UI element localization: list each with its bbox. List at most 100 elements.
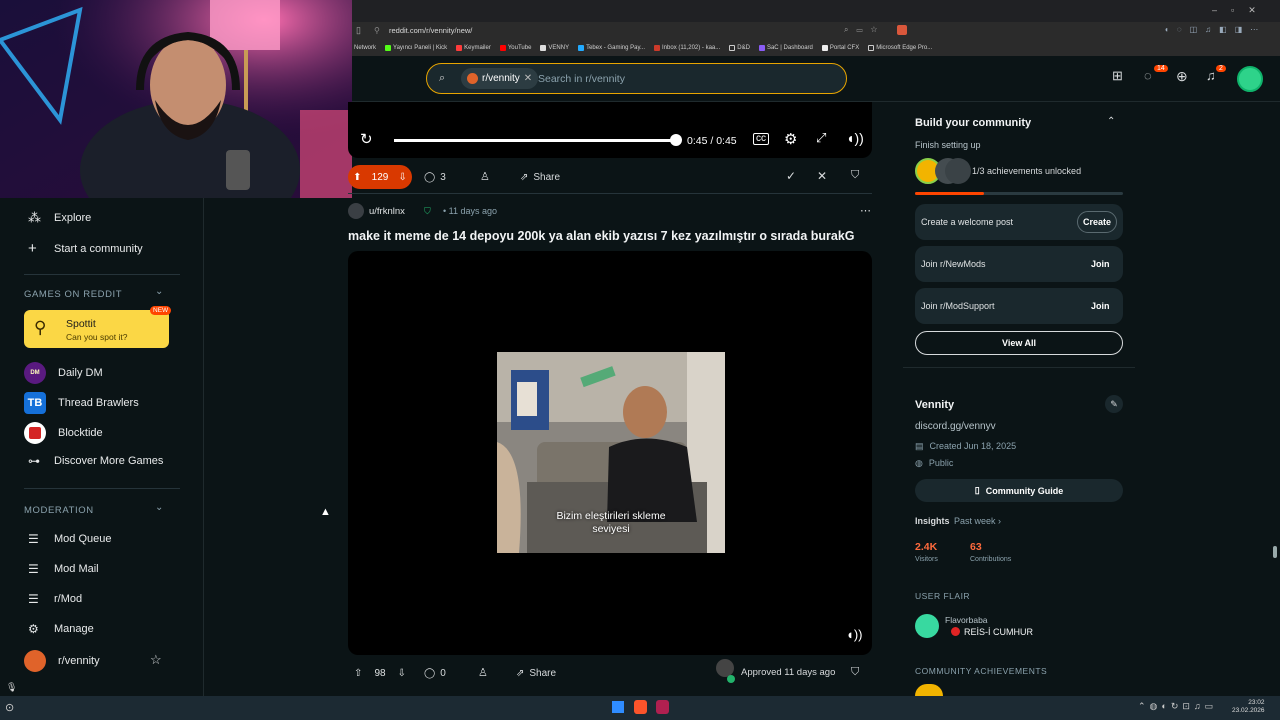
upvote-icon[interactable]: ⇧: [354, 668, 362, 679]
bookmark-item[interactable]: YouTube: [499, 45, 531, 51]
sidebar-item-r-vennity[interactable]: r/vennity: [24, 650, 100, 672]
url-text[interactable]: reddit.com/r/vennity/new/: [389, 26, 472, 35]
bookmark-item[interactable]: D&D: [729, 45, 750, 51]
sidebar-item-mod-queue[interactable]: ☰ Mod Queue: [28, 532, 111, 546]
more-options-icon[interactable]: ⋯: [860, 204, 871, 217]
sidebar-item-manage[interactable]: ⚙ Manage: [28, 622, 94, 636]
bookmark-item[interactable]: Network: [354, 45, 376, 51]
notifications-icon[interactable]: ♫: [1206, 68, 1216, 83]
extension-icon[interactable]: [897, 25, 907, 35]
volume-icon[interactable]: ◖)): [846, 627, 863, 642]
community-guide-button[interactable]: ▯ Community Guide: [915, 479, 1123, 502]
approve-icon[interactable]: ✓: [786, 169, 796, 183]
created-date: ▤ Created Jun 18, 2025: [915, 441, 1017, 451]
bookmark-item[interactable]: SaC | Dashboard: [758, 45, 813, 51]
sidebar-item-r-mod[interactable]: ☰ r/Mod: [28, 592, 82, 606]
sidebar-item-start-community[interactable]: + Start a community: [28, 240, 143, 257]
video-time: 0:45 / 0:45: [687, 135, 737, 147]
bookmark-item[interactable]: VENNY: [540, 45, 569, 51]
brave-browser-icon[interactable]: [634, 700, 647, 714]
downvote-icon[interactable]: ⇩: [398, 668, 406, 679]
shield-icon[interactable]: ⛉: [851, 666, 859, 679]
avatar[interactable]: [1237, 66, 1263, 92]
site-info-icon[interactable]: ⚲: [374, 26, 380, 35]
spottit-game-card[interactable]: ⚲ Spottit Can you spot it?: [24, 310, 169, 348]
webcam-image: [0, 0, 352, 198]
mouse-cursor-icon: ▲: [320, 506, 331, 518]
chevron-up-icon[interactable]: ⌄: [155, 502, 163, 513]
scrollbar-thumb[interactable]: [1273, 546, 1277, 558]
bookmark-item[interactable]: Portal CFX: [821, 45, 859, 51]
tray-icons[interactable]: ⌃◍◐↻⊡♫▭: [1138, 701, 1217, 712]
divider: [24, 274, 180, 275]
captions-icon[interactable]: cc: [753, 133, 769, 145]
create-button[interactable]: Create: [1077, 211, 1117, 233]
video-player-2[interactable]: Bizim eleştirileri skleme seviyesi ◖)): [348, 251, 872, 655]
app-icon[interactable]: [656, 700, 669, 714]
sidebar-game-blocktide[interactable]: Blocktide: [24, 422, 103, 444]
video-progress-track[interactable]: [394, 139, 676, 142]
bookmark-item[interactable]: Keymailer: [456, 45, 491, 51]
cake-icon: ▤: [915, 441, 924, 451]
video-scrubber[interactable]: [670, 134, 682, 146]
sidebar-game-thread-brawlers[interactable]: TB Thread Brawlers: [24, 392, 139, 414]
search-bar[interactable]: ⌕ r/vennity ✕ Search in r/vennity: [426, 63, 847, 94]
award-icon[interactable]: ♙: [478, 666, 488, 679]
search-community-chip[interactable]: r/vennity ✕: [461, 68, 539, 89]
join-button[interactable]: Join: [1091, 301, 1110, 311]
sidebar-game-daily-dm[interactable]: DM Daily DM: [24, 362, 103, 384]
insights-period[interactable]: Past week ›: [954, 516, 1001, 526]
page-scrollbar[interactable]: [1272, 102, 1278, 696]
divider: [903, 367, 1135, 368]
share-icon: ⇗: [516, 667, 525, 679]
chevron-up-icon[interactable]: ⌄: [155, 286, 163, 297]
bookmark-item[interactable]: Yayıncı Paneli | Kick: [385, 45, 447, 51]
community-description: discord.gg/vennyv: [915, 421, 996, 432]
task-card[interactable]: Create a welcome post Create: [915, 204, 1123, 240]
advertise-icon[interactable]: ⊞: [1112, 68, 1134, 90]
tab-list-icon[interactable]: ▯: [356, 25, 361, 36]
comments-button[interactable]: ◯ 3: [424, 165, 446, 189]
community-avatar-icon: [24, 650, 46, 672]
share-button[interactable]: ⇗ Share: [520, 165, 560, 189]
post-author[interactable]: u/frknlnx: [369, 206, 405, 217]
shield-icon[interactable]: ⛉: [851, 169, 859, 182]
window-controls[interactable]: –▫✕: [1212, 5, 1270, 16]
view-all-button[interactable]: View All: [915, 331, 1123, 355]
chevron-up-icon[interactable]: ⌃: [1107, 116, 1115, 127]
share-button[interactable]: ⇗ Share: [516, 661, 556, 685]
post-title[interactable]: make it meme de 14 depoyu 200k ya alan e…: [348, 229, 878, 243]
sidebar-item-explore[interactable]: ⁂ Explore: [28, 210, 91, 226]
volume-icon[interactable]: ◖)): [846, 130, 864, 146]
downvote-icon[interactable]: ⇩: [399, 172, 407, 183]
create-post-icon[interactable]: ⊕: [1176, 68, 1188, 85]
star-icon[interactable]: ☆: [150, 652, 162, 668]
task-card[interactable]: Join r/NewMods Join: [915, 246, 1123, 282]
bookmark-item[interactable]: Microsoft Edge Pro...: [868, 45, 932, 51]
chat-icon[interactable]: ◌: [1144, 68, 1152, 83]
close-icon[interactable]: ✕: [524, 73, 532, 84]
bookmark-item[interactable]: Inbox (11,202) - kaa...: [654, 45, 720, 51]
bookmark-item[interactable]: Tebex - Gaming Pay...: [578, 45, 645, 51]
clock[interactable]: 23:02 23.02.2026: [1232, 699, 1265, 715]
replay-icon[interactable]: ↻: [360, 130, 373, 148]
comments-button[interactable]: ◯ 0: [424, 661, 446, 685]
video-player-1[interactable]: ↻ 0:45 / 0:45 cc ⚙ ⤢ ◖)): [348, 102, 872, 158]
task-card[interactable]: Join r/ModSupport Join: [915, 288, 1123, 324]
start-windows-icon[interactable]: [612, 701, 624, 713]
award-icon[interactable]: ♙: [480, 170, 490, 183]
upvote-icon[interactable]: ⬆: [353, 172, 361, 183]
community-avatar-icon: [467, 73, 478, 84]
magnifier-icon: ⚲: [34, 318, 47, 337]
join-button[interactable]: Join: [1091, 259, 1110, 269]
toolbar-icons[interactable]: ◖◌◫♫◧◨⋯: [1164, 25, 1266, 34]
sidebar-discover-games[interactable]: ⊶ Discover More Games: [28, 454, 163, 468]
author-avatar[interactable]: [348, 203, 364, 219]
remove-icon[interactable]: ✕: [817, 169, 827, 183]
fullscreen-icon[interactable]: ⤢: [816, 130, 826, 146]
system-icon[interactable]: ⊙: [5, 701, 14, 714]
address-actions-icons[interactable]: ⌕▭☆: [844, 25, 885, 35]
settings-gear-icon[interactable]: ⚙: [784, 130, 797, 148]
edit-pencil-icon[interactable]: ✎: [1105, 395, 1123, 413]
sidebar-item-mod-mail[interactable]: ☰ Mod Mail: [28, 562, 99, 576]
